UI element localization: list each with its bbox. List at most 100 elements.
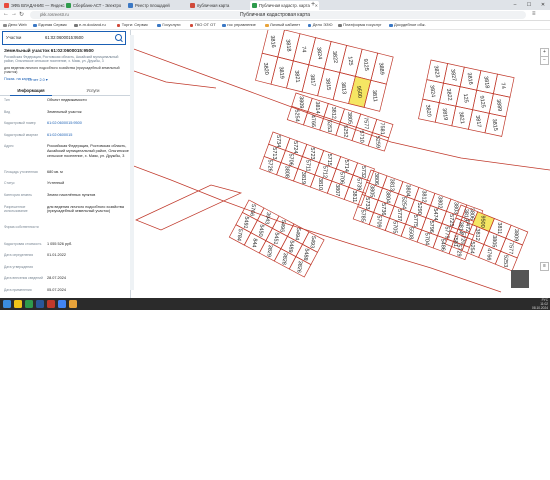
large-parcel-outline xyxy=(135,184,243,231)
browser-tab-label: публичная карта xyxy=(197,3,230,8)
zoom-out-button[interactable]: − xyxy=(540,56,549,65)
browser-tab[interactable]: публичная карта✕ xyxy=(188,1,257,10)
bookmark-item[interactable]: Госуслуги xyxy=(157,21,181,29)
info-row-value[interactable]: 61:02:0600015 xyxy=(47,133,129,138)
bookmark-label: Досудебное обж. xyxy=(394,22,426,27)
bookmark-icon xyxy=(338,23,342,27)
tab-information[interactable]: Информация xyxy=(10,86,52,96)
parcel-number: 3819 xyxy=(277,66,284,79)
file-explorer-icon[interactable] xyxy=(14,300,22,308)
parcel-usage: для ведения личного подсобного хозяйства… xyxy=(4,66,120,75)
info-row-label: Вид xyxy=(4,109,11,114)
close-window-icon[interactable]: ✕ xyxy=(536,0,550,10)
map-canvas[interactable]: 3816 3818 74 3824 3822 125 9125 3889 3820 3819 382… xyxy=(131,30,550,298)
browser-tab[interactable]: Публичная кадастр. карта ✕ xyxy=(250,1,319,10)
tab-favicon-icon xyxy=(252,3,257,8)
browser-tab[interactable]: ЭФБ ВЛАДАНИЕ — Яндекс✕ xyxy=(2,1,71,10)
tab-favicon-icon xyxy=(4,3,9,8)
close-tab-icon[interactable]: ✕ xyxy=(315,1,318,10)
parcel-number: 5252 xyxy=(342,125,348,137)
word-icon[interactable] xyxy=(36,300,44,308)
info-row: Кадастровый номер 61:02:0600015:9500 xyxy=(4,121,128,126)
parcel-number: 3808 xyxy=(283,166,289,178)
bookmark-item[interactable]: Платформа госуслуг xyxy=(338,21,381,29)
browser-icon[interactable] xyxy=(58,300,66,308)
bookmark-item[interactable]: Торги: Сервис xyxy=(116,21,148,29)
parcel-number: 9500 xyxy=(479,215,485,227)
info-row-value[interactable]: 61:02:0600015:9500 xyxy=(47,121,129,126)
browser-tab[interactable]: Реестр площадей✕ xyxy=(126,1,195,10)
new-tab-button[interactable]: + xyxy=(311,1,315,9)
back-icon[interactable]: ← xyxy=(3,11,9,17)
bookmark-item[interactable]: Досудебное обж. xyxy=(389,21,426,29)
cadastral-map[interactable]: 3816 3818 74 3824 3822 125 9125 3889 3820 3819 382… xyxy=(131,30,550,298)
bookmark-label: Личный кабинет xyxy=(270,22,301,27)
parcel-number: 3811 xyxy=(371,90,378,102)
parcel-number: 844 xyxy=(250,238,257,248)
parcel-number: 3812 xyxy=(330,107,336,119)
search-type-select[interactable]: Участки xyxy=(6,33,21,43)
parcel-number: 3804 xyxy=(384,191,390,203)
parcel-number: 3943 xyxy=(263,212,271,225)
bookmark-item[interactable]: гос управление xyxy=(222,21,256,29)
parcel-number: 3889 xyxy=(495,99,503,112)
layers-button[interactable]: ≡ xyxy=(540,262,549,271)
bookmark-item[interactable]: Единая Сервис xyxy=(33,21,67,29)
info-row-label: Форма собственности xyxy=(4,225,39,230)
parcel-number: 7581 xyxy=(452,235,458,247)
parcel-number: 9125 xyxy=(362,58,369,71)
bookmark-item[interactable]: Дело Web xyxy=(3,21,27,29)
reload-icon[interactable]: ↻ xyxy=(19,11,24,18)
bookmark-icon xyxy=(307,23,312,27)
yandex-icon[interactable] xyxy=(47,300,55,308)
bookmark-item[interactable]: e-m.docland.ru xyxy=(74,21,106,29)
browser-tab-label: ЭФБ ВЛАДАНИЕ — Яндекс xyxy=(11,3,65,8)
browser-tab-label: Публичная кадастр. карта xyxy=(259,3,310,8)
info-row-label: Разрешенное использование xyxy=(4,204,28,214)
browser-tab[interactable]: Сбербанк-АСТ - Электро✕ xyxy=(64,1,133,10)
bookmark-icon xyxy=(222,23,226,27)
parcel-number: 5711 xyxy=(305,160,311,172)
tab-services[interactable]: Услуги xyxy=(72,86,114,95)
bookmark-item[interactable]: ГКО ОТ ОТ xyxy=(189,21,216,29)
parcel-number: 3804 xyxy=(405,184,411,196)
bookmark-icon xyxy=(265,23,269,27)
bookmark-item[interactable]: Дело ЭЗЮ xyxy=(307,21,333,29)
info-row-label: Дата внесения сведений xyxy=(4,276,43,281)
parcel-number: 5491 xyxy=(242,216,250,229)
parcel-number: 5704 xyxy=(423,233,429,245)
excel-icon[interactable] xyxy=(25,300,33,308)
export-link[interactable]: Отчет 2.0 ▾ xyxy=(28,77,48,82)
start-icon[interactable] xyxy=(3,300,11,308)
info-row: Кадастровая стоимость 1 055 526 руб. xyxy=(4,242,128,247)
parcel-number: 5736 xyxy=(380,203,386,215)
parcel-number: 3889 xyxy=(377,62,384,75)
parcel-number: 3818 xyxy=(284,39,291,52)
parcel-number: 3822 xyxy=(331,51,338,64)
search-icon[interactable] xyxy=(115,34,122,41)
parcel-number: 7577 xyxy=(362,117,368,129)
maximize-icon[interactable]: ☐ xyxy=(522,0,536,10)
info-row-value: Российская Федерация, Ростовская область… xyxy=(47,144,129,158)
info-row-value: Учтенный xyxy=(47,181,65,186)
parcel-number: 3806 xyxy=(373,173,379,185)
parcel-number: 5713 xyxy=(271,147,277,159)
mail-icon[interactable] xyxy=(69,300,77,308)
parcel-number: 125 xyxy=(462,93,469,103)
parcel-number: 7577 xyxy=(507,242,513,254)
search-input[interactable]: 61:02:0600015:9500 xyxy=(45,33,83,43)
forward-icon[interactable]: → xyxy=(11,11,17,17)
bookmark-icon xyxy=(74,23,78,27)
info-row: Дата утверждения xyxy=(4,265,128,270)
road-line xyxy=(131,69,217,89)
bookmark-label: Торги: Сервис xyxy=(121,22,148,27)
bookmark-item[interactable]: Личный кабинет xyxy=(265,21,300,29)
parcel-number: 3819 xyxy=(300,172,306,184)
search-box[interactable]: Участки 61:02:0600015:9500 xyxy=(2,31,126,45)
info-row: Статус Учтенный xyxy=(4,181,128,186)
panel-collapse-handle[interactable] xyxy=(130,35,134,290)
tab-favicon-icon xyxy=(66,3,71,8)
menu-icon[interactable]: ≡ xyxy=(532,11,536,17)
tray-date[interactable]: 08.10.2024 xyxy=(512,306,548,310)
minimize-icon[interactable]: – xyxy=(508,0,522,10)
